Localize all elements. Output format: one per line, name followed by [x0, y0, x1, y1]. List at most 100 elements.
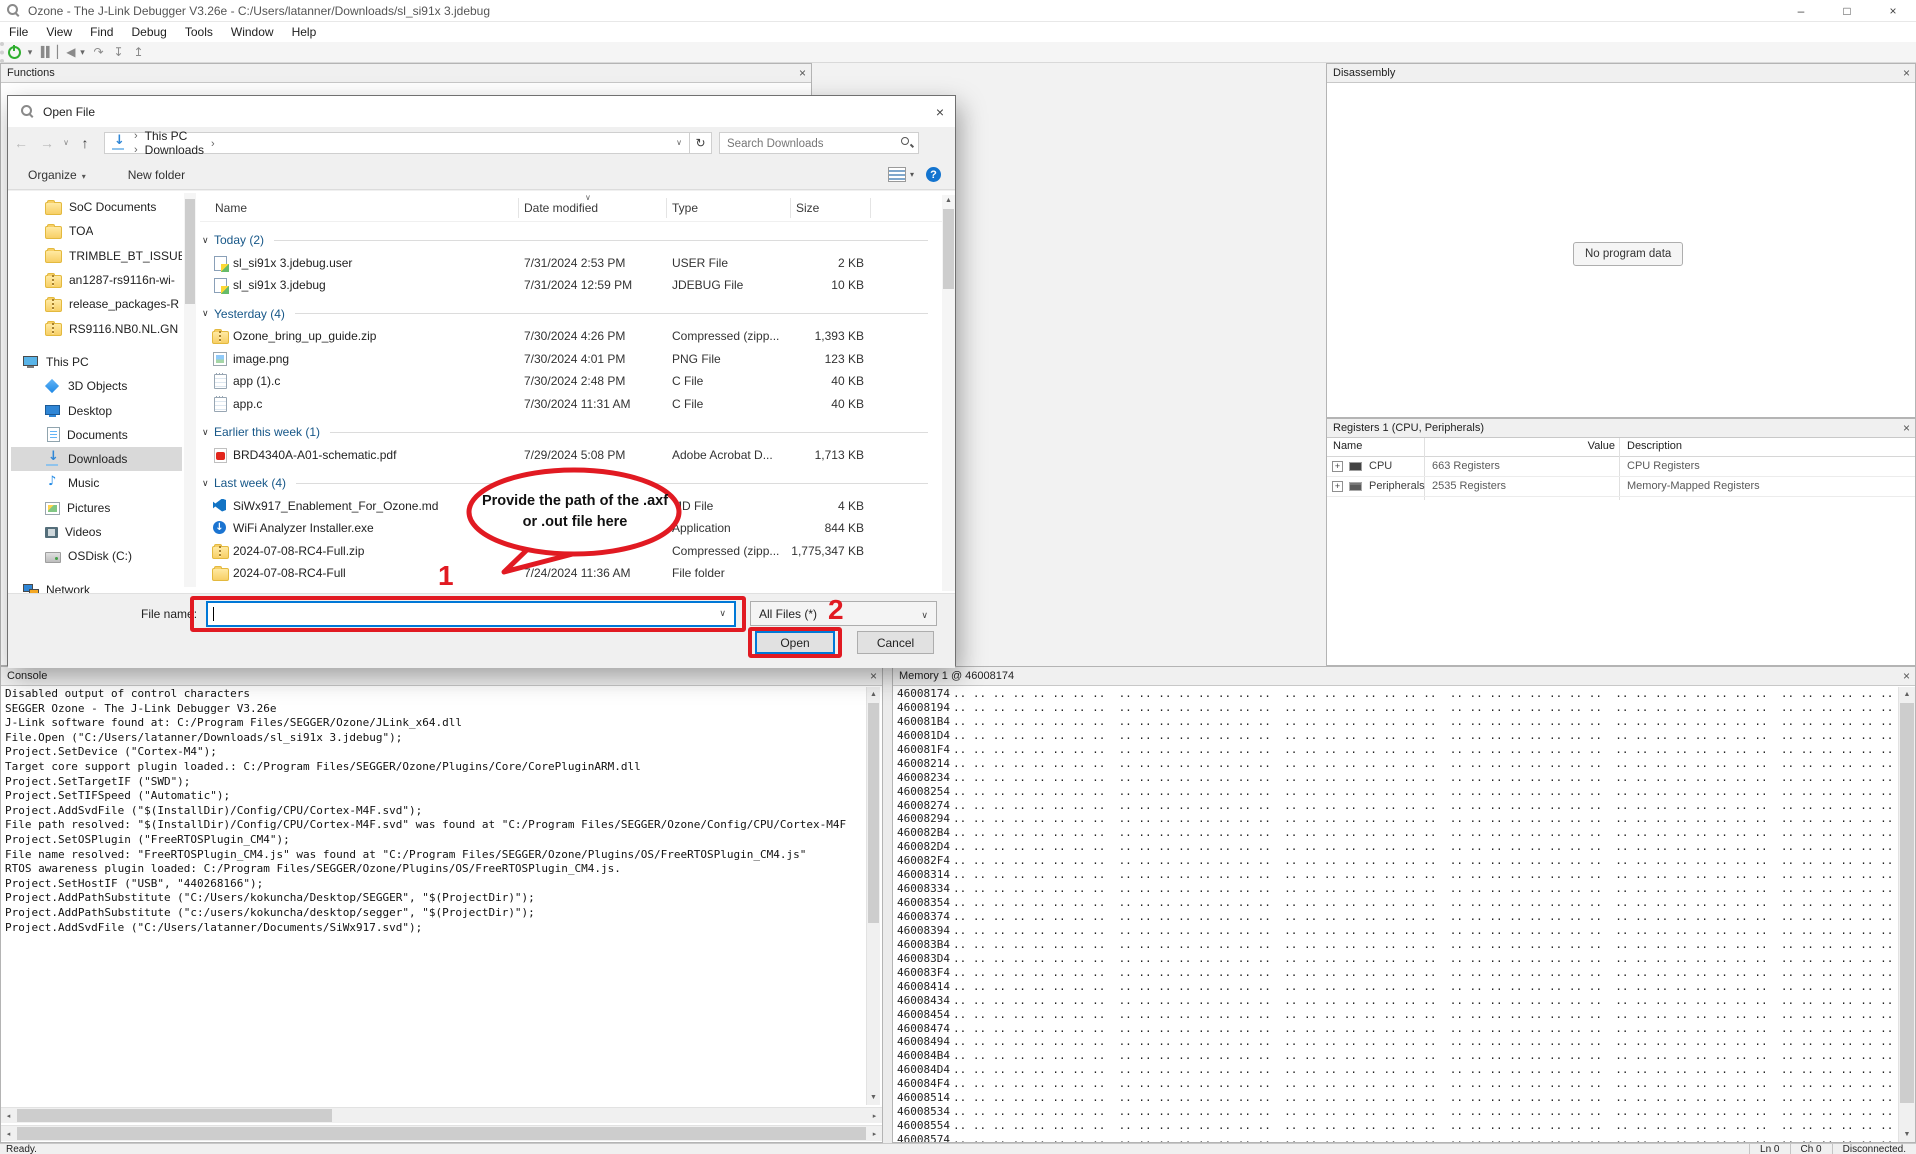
file-list-row[interactable]: ∨ Today (2): [200, 223, 942, 252]
chevron-down-icon[interactable]: ∨: [719, 608, 726, 619]
menu-item[interactable]: Help: [283, 22, 326, 42]
panel-splitter[interactable]: [883, 666, 892, 1143]
address-bar[interactable]: This PCDownloads ∨: [104, 132, 690, 154]
scroll-right-icon[interactable]: ▸: [867, 1126, 882, 1141]
menu-item[interactable]: Debug: [122, 22, 175, 42]
sidebar-item[interactable]: OSDisk (C:): [11, 544, 182, 568]
sidebar-item[interactable]: TOA: [11, 219, 182, 243]
reset-dropdown-icon[interactable]: ▾: [77, 43, 87, 61]
console-line[interactable]: Target core support plugin loaded.: C:/P…: [1, 760, 861, 775]
scrollbar-thumb[interactable]: [17, 1109, 332, 1122]
close-icon[interactable]: ×: [1903, 422, 1910, 434]
sidebar-item[interactable]: RS9116.NB0.NL.GN: [11, 316, 182, 340]
console-line[interactable]: Project.SetHostIF ("USB", "440268166");: [1, 877, 861, 892]
scrollbar-thumb[interactable]: [943, 209, 954, 289]
console-line[interactable]: Project.SetOSPlugin ("FreeRTOSPlugin_CM4…: [1, 833, 861, 848]
close-icon[interactable]: ×: [870, 670, 877, 682]
sidebar-item[interactable]: 3D Objects: [11, 374, 182, 398]
console-line[interactable]: Project.AddPathSubstitute ("C:/Users/kok…: [1, 891, 861, 906]
file-name-input[interactable]: ∨: [206, 601, 736, 627]
group-label[interactable]: Earlier this week (1): [214, 425, 320, 439]
back-button[interactable]: ←: [8, 135, 34, 151]
file-list-row[interactable]: ∨ image.png 7/30/2024 4:01 PM PNG File 1…: [200, 348, 942, 371]
maximize-button[interactable]: □: [1824, 0, 1870, 21]
history-dropdown-icon[interactable]: ∨: [60, 138, 72, 147]
breadcrumb-trailing-chevron[interactable]: [204, 136, 222, 150]
console-line[interactable]: Project.SetTargetIF ("SWD");: [1, 775, 861, 790]
console-line[interactable]: File name resolved: "FreeRTOSPlugin_CM4.…: [1, 848, 861, 863]
register-row[interactable]: + Peripherals 2535 Registers Memory-Mapp…: [1327, 477, 1915, 497]
sidebar-item[interactable]: Downloads: [11, 447, 182, 471]
scroll-up-icon[interactable]: ▲: [867, 687, 880, 702]
close-icon[interactable]: ×: [1903, 67, 1910, 79]
column-divider[interactable]: [870, 198, 871, 218]
address-dropdown-icon[interactable]: ∨: [676, 138, 689, 147]
sidebar-item[interactable]: TRIMBLE_BT_ISSUE: [11, 244, 182, 268]
console-horizontal-scrollbar[interactable]: ◂ ▸: [1, 1107, 882, 1123]
group-collapse-icon[interactable]: ∨: [202, 308, 214, 319]
console-line[interactable]: Project.AddPathSubstitute ("c:/users/kok…: [1, 906, 861, 921]
scroll-left-icon[interactable]: ◂: [1, 1126, 16, 1141]
file-list-row[interactable]: ∨ Ozone_bring_up_guide.zip 7/30/2024 4:2…: [200, 325, 942, 348]
help-button[interactable]: ?: [926, 167, 941, 182]
scroll-down-icon[interactable]: ▼: [1899, 1127, 1915, 1142]
forward-button[interactable]: →: [34, 135, 60, 151]
scrollbar-thumb[interactable]: [868, 703, 879, 923]
dock-horizontal-scrollbar[interactable]: ◂ ▸: [1, 1125, 882, 1141]
breadcrumb-item[interactable]: This PC: [127, 129, 204, 143]
chevron-down-icon[interactable]: ▾: [910, 170, 914, 179]
menu-item[interactable]: Tools: [176, 22, 222, 42]
console-vertical-scrollbar[interactable]: ▲ ▼: [866, 687, 880, 1105]
scroll-up-icon[interactable]: ▲: [1899, 687, 1915, 702]
file-list-row[interactable]: ∨ sl_si91x 3.jdebug 7/31/2024 12:59 PM J…: [200, 274, 942, 297]
sidebar-scrollbar[interactable]: [184, 193, 196, 587]
scrollbar-thumb[interactable]: [1900, 703, 1914, 1103]
console-line[interactable]: Project.SetTIFSpeed ("Automatic");: [1, 789, 861, 804]
scrollbar-thumb[interactable]: [185, 199, 195, 304]
sidebar-item[interactable]: Documents: [11, 423, 182, 447]
menu-item[interactable]: View: [37, 22, 81, 42]
console-line[interactable]: Project.SetDevice ("Cortex-M4");: [1, 745, 861, 760]
registers-col-value[interactable]: Value: [1588, 440, 1615, 452]
column-type[interactable]: Type: [672, 201, 698, 215]
file-list-row[interactable]: ∨ app (1).c 7/30/2024 2:48 PM C File 40 …: [200, 370, 942, 393]
close-icon[interactable]: ×: [925, 104, 955, 120]
column-size[interactable]: Size: [796, 201, 819, 215]
file-list-row[interactable]: ∨ app.c 7/30/2024 11:31 AM C File 40 KB: [200, 393, 942, 416]
refresh-button[interactable]: ↻: [690, 132, 712, 154]
console-line[interactable]: RTOS awareness plugin loaded: C:/Program…: [1, 862, 861, 877]
step-over-icon[interactable]: ↷: [89, 43, 107, 61]
close-button[interactable]: ×: [1870, 0, 1916, 21]
sidebar-item[interactable]: This PC: [11, 350, 182, 374]
register-row[interactable]: + CPU 663 Registers CPU Registers: [1327, 457, 1915, 477]
column-name[interactable]: Name: [215, 201, 247, 215]
registers-col-name[interactable]: Name: [1333, 440, 1362, 452]
console-line[interactable]: Project.AddSvdFile ("$(InstallDir)/Confi…: [1, 804, 861, 819]
scroll-up-icon[interactable]: ▲: [942, 195, 955, 207]
file-list-row[interactable]: ∨ sl_si91x 3.jdebug.user 7/31/2024 2:53 …: [200, 252, 942, 275]
scroll-down-icon[interactable]: ▼: [867, 1090, 880, 1105]
column-divider[interactable]: [666, 198, 667, 218]
organize-button[interactable]: Organize▾: [28, 168, 86, 182]
view-mode-icon[interactable]: [888, 167, 906, 182]
console-line[interactable]: J-Link software found at: C:/Program Fil…: [1, 716, 861, 731]
console-line[interactable]: File.Open ("C:/Users/latanner/Downloads/…: [1, 731, 861, 746]
up-button[interactable]: ↑: [72, 135, 98, 151]
group-collapse-icon[interactable]: ∨: [202, 235, 214, 246]
group-collapse-icon[interactable]: ∨: [202, 427, 214, 438]
scroll-right-icon[interactable]: ▸: [867, 1108, 882, 1123]
sidebar-item[interactable]: Network: [11, 577, 182, 593]
minimize-button[interactable]: –: [1778, 0, 1824, 21]
file-list-scrollbar[interactable]: ▲: [942, 195, 955, 591]
cancel-button[interactable]: Cancel: [857, 631, 934, 654]
group-label[interactable]: Today (2): [214, 233, 264, 247]
breadcrumb-item[interactable]: Downloads: [127, 143, 204, 157]
column-divider[interactable]: [518, 198, 519, 218]
registers-col-description[interactable]: Description: [1627, 440, 1682, 452]
group-collapse-icon[interactable]: ∨: [202, 478, 214, 489]
pause-icon[interactable]: ▌▌: [37, 43, 55, 61]
expand-icon[interactable]: +: [1332, 481, 1343, 492]
open-button[interactable]: Open: [755, 631, 835, 654]
console-line[interactable]: Project.AddSvdFile ("C:/Users/latanner/D…: [1, 921, 861, 936]
file-list-row[interactable]: ∨ Earlier this week (1): [200, 415, 942, 444]
